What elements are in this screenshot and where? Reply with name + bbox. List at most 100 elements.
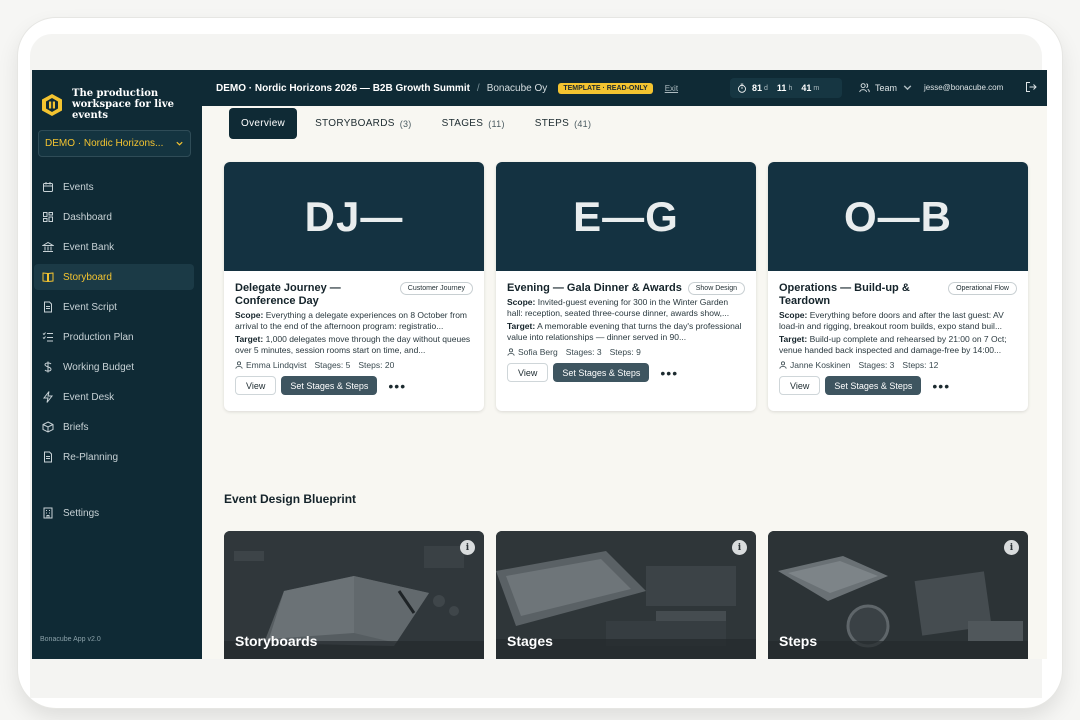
list-icon	[42, 332, 53, 342]
countdown-minutes-unit: m	[813, 84, 820, 92]
card-actions: View Set Stages & Steps •••	[235, 376, 473, 395]
blueprint-tile-stages[interactable]: i Stages	[496, 531, 756, 659]
storyboard-card[interactable]: E—G Evening — Gala Dinner & Awards Show …	[496, 162, 756, 411]
more-options-icon[interactable]: •••	[388, 379, 406, 393]
card-scope: Scope: Everything a delegate experiences…	[235, 310, 473, 332]
more-options-icon[interactable]: •••	[932, 379, 950, 393]
card-title: Evening — Gala Dinner & Awards	[507, 282, 682, 294]
tab-count: (11)	[488, 118, 505, 129]
user-icon	[779, 361, 787, 369]
dollar-icon	[44, 361, 52, 373]
set-stages-steps-button[interactable]: Set Stages & Steps	[281, 376, 378, 395]
exit-link[interactable]: Exit	[665, 84, 678, 93]
tile-label: Stages	[507, 633, 553, 649]
brand[interactable]: The production workspace for live events	[40, 88, 194, 121]
card-scope: Scope: Invited-guest evening for 300 in …	[507, 297, 745, 319]
card-steps-count: Steps: 9	[609, 347, 641, 357]
sidebar-item-label: Settings	[63, 507, 100, 519]
scope-label: Scope:	[235, 310, 264, 320]
tab-count: (3)	[399, 118, 412, 129]
tab-label: STORYBOARDS	[315, 118, 395, 129]
countdown-hours-unit: h	[788, 84, 793, 92]
app-screen: The production workspace for live events…	[32, 70, 1047, 659]
document-icon	[44, 301, 52, 313]
blueprint-tile-steps[interactable]: i Steps	[768, 531, 1028, 659]
bank-icon	[42, 241, 54, 252]
storyboard-card[interactable]: DJ— Delegate Journey — Conference Day Cu…	[224, 162, 484, 411]
event-selector[interactable]: DEMO · Nordic Horizons...	[38, 130, 191, 157]
sidebar-item-label: Production Plan	[63, 331, 134, 343]
target-label: Target:	[779, 334, 808, 344]
card-initials: DJ—	[224, 162, 484, 271]
card-type-badge: Customer Journey	[399, 282, 473, 295]
brand-tagline: The production workspace for live events	[72, 88, 175, 121]
countdown-minutes: 41	[801, 83, 812, 93]
view-button[interactable]: View	[779, 376, 821, 395]
bonacube-logo-icon	[42, 93, 62, 116]
view-button[interactable]: View	[235, 376, 277, 395]
sidebar-item-dashboard[interactable]: Dashboard	[34, 204, 194, 230]
card-meta: Janne Koskinen Stages: 3 Steps: 12	[779, 360, 1017, 370]
event-title: DEMO · Nordic Horizons 2026 — B2B Growth…	[216, 82, 470, 94]
card-stages-count: Stages: 5	[314, 360, 351, 370]
sidebar-item-event-bank[interactable]: Event Bank	[34, 234, 194, 260]
countdown-hours: 11	[776, 83, 787, 93]
card-initials: E—G	[496, 162, 756, 271]
set-stages-steps-button[interactable]: Set Stages & Steps	[553, 363, 650, 382]
card-target: Target: 1,000 delegates move through the…	[235, 334, 473, 356]
user-email[interactable]: jesse@bonacube.com	[924, 83, 1003, 92]
sidebar-item-label: Event Script	[63, 301, 117, 313]
card-meta: Sofia Berg Stages: 3 Steps: 9	[507, 347, 745, 357]
view-button[interactable]: View	[507, 363, 549, 382]
card-initials: O—B	[768, 162, 1028, 271]
tab-stages[interactable]: STAGES (11)	[430, 108, 517, 139]
card-actions: View Set Stages & Steps •••	[507, 363, 745, 382]
target-text: Build-up complete and rehearsed by 21:00…	[779, 334, 1007, 355]
user-icon	[507, 348, 515, 356]
calendar-icon	[43, 182, 53, 192]
sidebar-nav: Events Dashboard Event Bank Storyboard E…	[32, 174, 202, 474]
sidebar-item-production-plan[interactable]: Production Plan	[34, 324, 194, 350]
users-icon	[859, 83, 870, 93]
chevron-down-icon	[903, 85, 912, 91]
sidebar-item-label: Storyboard	[63, 271, 112, 283]
team-menu[interactable]: Team	[859, 82, 918, 93]
sidebar-item-event-script[interactable]: Event Script	[34, 294, 194, 320]
card-title: Operations — Build-up & Teardown	[779, 282, 910, 307]
scope-label: Scope:	[779, 310, 808, 320]
tab-steps[interactable]: STEPS (41)	[523, 108, 604, 139]
info-icon[interactable]: i	[1004, 540, 1019, 555]
countdown-days-unit: d	[764, 84, 768, 92]
sidebar-item-settings[interactable]: Settings	[34, 500, 194, 526]
sidebar-settings-group: Settings	[32, 500, 202, 530]
info-icon[interactable]: i	[460, 540, 475, 555]
sidebar-item-event-desk[interactable]: Event Desk	[34, 384, 194, 410]
info-icon[interactable]: i	[732, 540, 747, 555]
tab-storyboards[interactable]: STORYBOARDS (3)	[303, 108, 424, 139]
sidebar-item-storyboard[interactable]: Storyboard	[34, 264, 194, 290]
read-only-badge: TEMPLATE · READ-ONLY	[558, 82, 653, 94]
sidebar-item-briefs[interactable]: Briefs	[34, 414, 194, 440]
card-steps-count: Steps: 12	[902, 360, 939, 370]
tile-label: Storyboards	[235, 633, 318, 649]
set-stages-steps-button[interactable]: Set Stages & Steps	[825, 376, 922, 395]
document-icon	[44, 451, 52, 463]
more-options-icon[interactable]: •••	[660, 366, 678, 380]
storyboard-card[interactable]: O—B Operations — Build-up & Teardown Ope…	[768, 162, 1028, 411]
scope-text: Invited-guest evening for 300 in the Win…	[507, 297, 730, 318]
sidebar-item-events[interactable]: Events	[34, 174, 194, 200]
tab-overview[interactable]: Overview	[229, 108, 298, 139]
target-text: A memorable evening that turns the day's…	[507, 321, 742, 342]
card-title: Delegate Journey — Conference Day	[235, 282, 341, 307]
topbar: DEMO · Nordic Horizons 2026 — B2B Growth…	[202, 70, 1047, 106]
sidebar-item-re-planning[interactable]: Re-Planning	[34, 444, 194, 470]
tile-label: Steps	[779, 633, 818, 649]
logout-icon[interactable]	[1025, 81, 1037, 93]
blueprint-tile-storyboards[interactable]: i Storyboards	[224, 531, 484, 659]
card-owner: Janne Koskinen	[790, 360, 851, 370]
card-body: Operations — Build-up & Teardown Operati…	[768, 271, 1028, 395]
sidebar-item-label: Events	[63, 181, 94, 193]
card-target: Target: A memorable evening that turns t…	[507, 321, 745, 343]
sidebar: The production workspace for live events…	[32, 70, 202, 659]
sidebar-item-working-budget[interactable]: Working Budget	[34, 354, 194, 380]
